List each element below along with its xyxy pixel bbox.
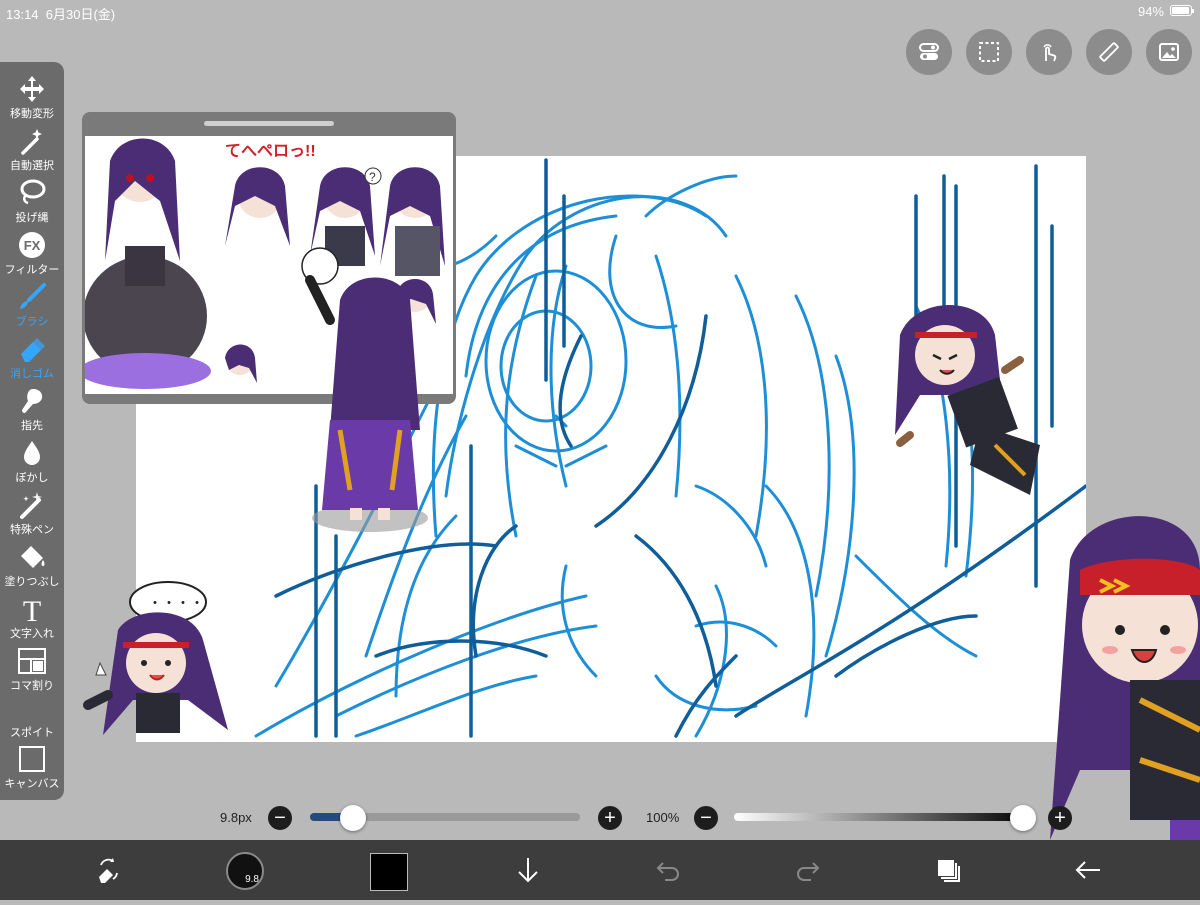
selection-icon <box>979 42 999 62</box>
size-decrease-button[interactable]: − <box>268 806 292 830</box>
text-icon: T <box>23 595 41 624</box>
eyedropper-label: スポイト <box>10 727 54 739</box>
tool-blur[interactable]: ぼかし <box>0 436 64 486</box>
special-pen-icon <box>20 492 42 519</box>
tool-frame-divider[interactable]: コマ割り <box>0 644 64 694</box>
plus-icon: + <box>1054 807 1066 829</box>
undo-icon <box>656 862 679 881</box>
layer-down-button[interactable] <box>506 848 550 892</box>
opacity-slider-track[interactable] <box>734 813 1030 821</box>
tool-lasso[interactable]: 投げ縄 <box>0 176 64 226</box>
magic-wand-icon <box>21 129 42 155</box>
opacity-decrease-button[interactable]: − <box>694 806 718 830</box>
ruler-button[interactable] <box>1086 29 1132 75</box>
brush-size-value: 9.8px <box>220 810 252 825</box>
selection-button[interactable] <box>966 29 1012 75</box>
plus-icon: + <box>604 807 616 829</box>
arrow-left-icon <box>1075 861 1100 879</box>
move-icon <box>20 76 44 102</box>
status-bar: 13:14 6月30日(金) 94% <box>0 0 1200 22</box>
svg-text:FX: FX <box>24 238 41 253</box>
back-button[interactable] <box>1066 848 1110 892</box>
touch-button[interactable] <box>1026 29 1072 75</box>
filter-icon: FX <box>19 232 45 258</box>
brush-size-text: 9.8 <box>245 874 259 885</box>
material-button[interactable] <box>1146 29 1192 75</box>
opacity-value: 100% <box>646 810 680 825</box>
tool-canvas[interactable]: キャンバス <box>0 742 64 792</box>
blur-icon <box>24 441 40 465</box>
redo-button[interactable] <box>786 848 830 892</box>
tool-brush[interactable]: ブラシ <box>0 280 64 330</box>
chibi-sticker-right <box>885 295 1065 510</box>
brush-settings-bar: 9.8px − + 100% − + <box>0 800 1200 840</box>
eraser-icon <box>21 338 45 362</box>
tool-filter[interactable]: FX フィルター <box>0 228 64 278</box>
reference-question: ? <box>369 170 376 184</box>
size-increase-button[interactable]: + <box>598 806 622 830</box>
size-slider-knob[interactable] <box>340 805 367 831</box>
tool-text[interactable]: T 文字入れ <box>0 592 64 642</box>
tool-finger[interactable]: 指先 <box>0 384 64 434</box>
speech-bubble-text: ・・・・ <box>148 596 204 612</box>
chibi-sticker-back <box>300 260 440 540</box>
layers-icon <box>938 860 960 882</box>
chibi-sticker-left: ・・・・ <box>78 575 248 750</box>
finger-icon <box>22 389 43 413</box>
undo-button[interactable] <box>646 848 690 892</box>
svg-text:T: T <box>23 595 41 624</box>
image-icon <box>1159 43 1179 61</box>
swap-eraser-icon <box>99 858 118 883</box>
color-swatch-button[interactable] <box>370 853 408 891</box>
tool-special-pen[interactable]: 特殊ペン <box>0 488 64 538</box>
tool-auto-select[interactable]: 自動選択 <box>0 124 64 174</box>
brush-size-button[interactable]: 9.8 <box>226 852 264 890</box>
minus-icon: − <box>700 807 712 829</box>
layer-toggle-button[interactable] <box>906 29 952 75</box>
fill-icon <box>21 546 45 568</box>
frame-divider-icon <box>18 648 46 674</box>
tool-eyedropper[interactable]: スポイト <box>0 722 64 742</box>
touch-icon <box>1043 44 1057 62</box>
bottom-toolbar <box>0 840 1200 900</box>
tool-move[interactable]: 移動変形 <box>0 72 64 122</box>
opacity-increase-button[interactable]: + <box>1048 806 1072 830</box>
opacity-slider-knob[interactable] <box>1010 805 1036 831</box>
minus-icon: − <box>274 807 286 829</box>
redo-icon <box>797 862 820 881</box>
arrow-down-icon <box>518 858 538 883</box>
tool-panel: 移動変形 自動選択 投げ縄 FX フィルター ブラシ 消しゴム 指先 ぼかし 特… <box>0 62 64 800</box>
canvas-icon <box>19 746 45 772</box>
tool-fill[interactable]: 塗りつぶし <box>0 540 64 590</box>
reference-drag-handle[interactable] <box>204 121 334 126</box>
status-time-date: 13:14 6月30日(金) <box>6 7 116 22</box>
tool-eraser[interactable]: 消しゴム <box>0 332 64 382</box>
lasso-icon <box>20 179 46 205</box>
battery-icon <box>1170 5 1194 16</box>
layers-button[interactable] <box>926 848 970 892</box>
toggle-icon <box>919 43 939 60</box>
quick-eraser-button[interactable] <box>86 848 130 892</box>
battery-percent: 94% <box>1137 4 1164 19</box>
brush-icon <box>20 283 46 309</box>
reference-exclaim: てへペロっ!! <box>225 143 316 160</box>
ruler-icon <box>1099 42 1119 62</box>
